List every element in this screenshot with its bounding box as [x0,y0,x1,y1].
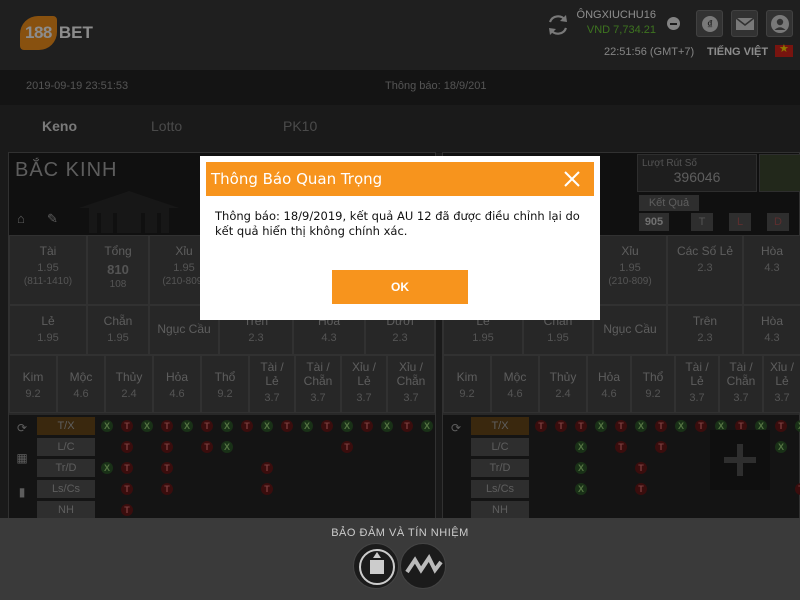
close-icon[interactable] [562,169,582,189]
important-notice-dialog: Thông Báo Quan Trọng Thông báo: 18/9/201… [200,156,600,320]
footer-title: BẢO ĐẢM VÀ TÍN NHIỆM [331,527,469,539]
dialog-message: Thông báo: 18/9/2019, kết quả AU 12 đã đ… [215,209,580,238]
ok-button[interactable]: OK [332,270,468,304]
footer: BẢO ĐẢM VÀ TÍN NHIỆM [0,518,800,600]
certification-seal-icon [400,543,446,589]
dialog-header: Thông Báo Quan Trọng [206,162,594,196]
gaming-license-seal-icon [353,543,399,589]
dialog-title: Thông Báo Quan Trọng [211,170,383,188]
page-root: 188 BET ÔNGXIUCHU16 VND 7,734.21 ₫ 22:51… [0,0,800,600]
